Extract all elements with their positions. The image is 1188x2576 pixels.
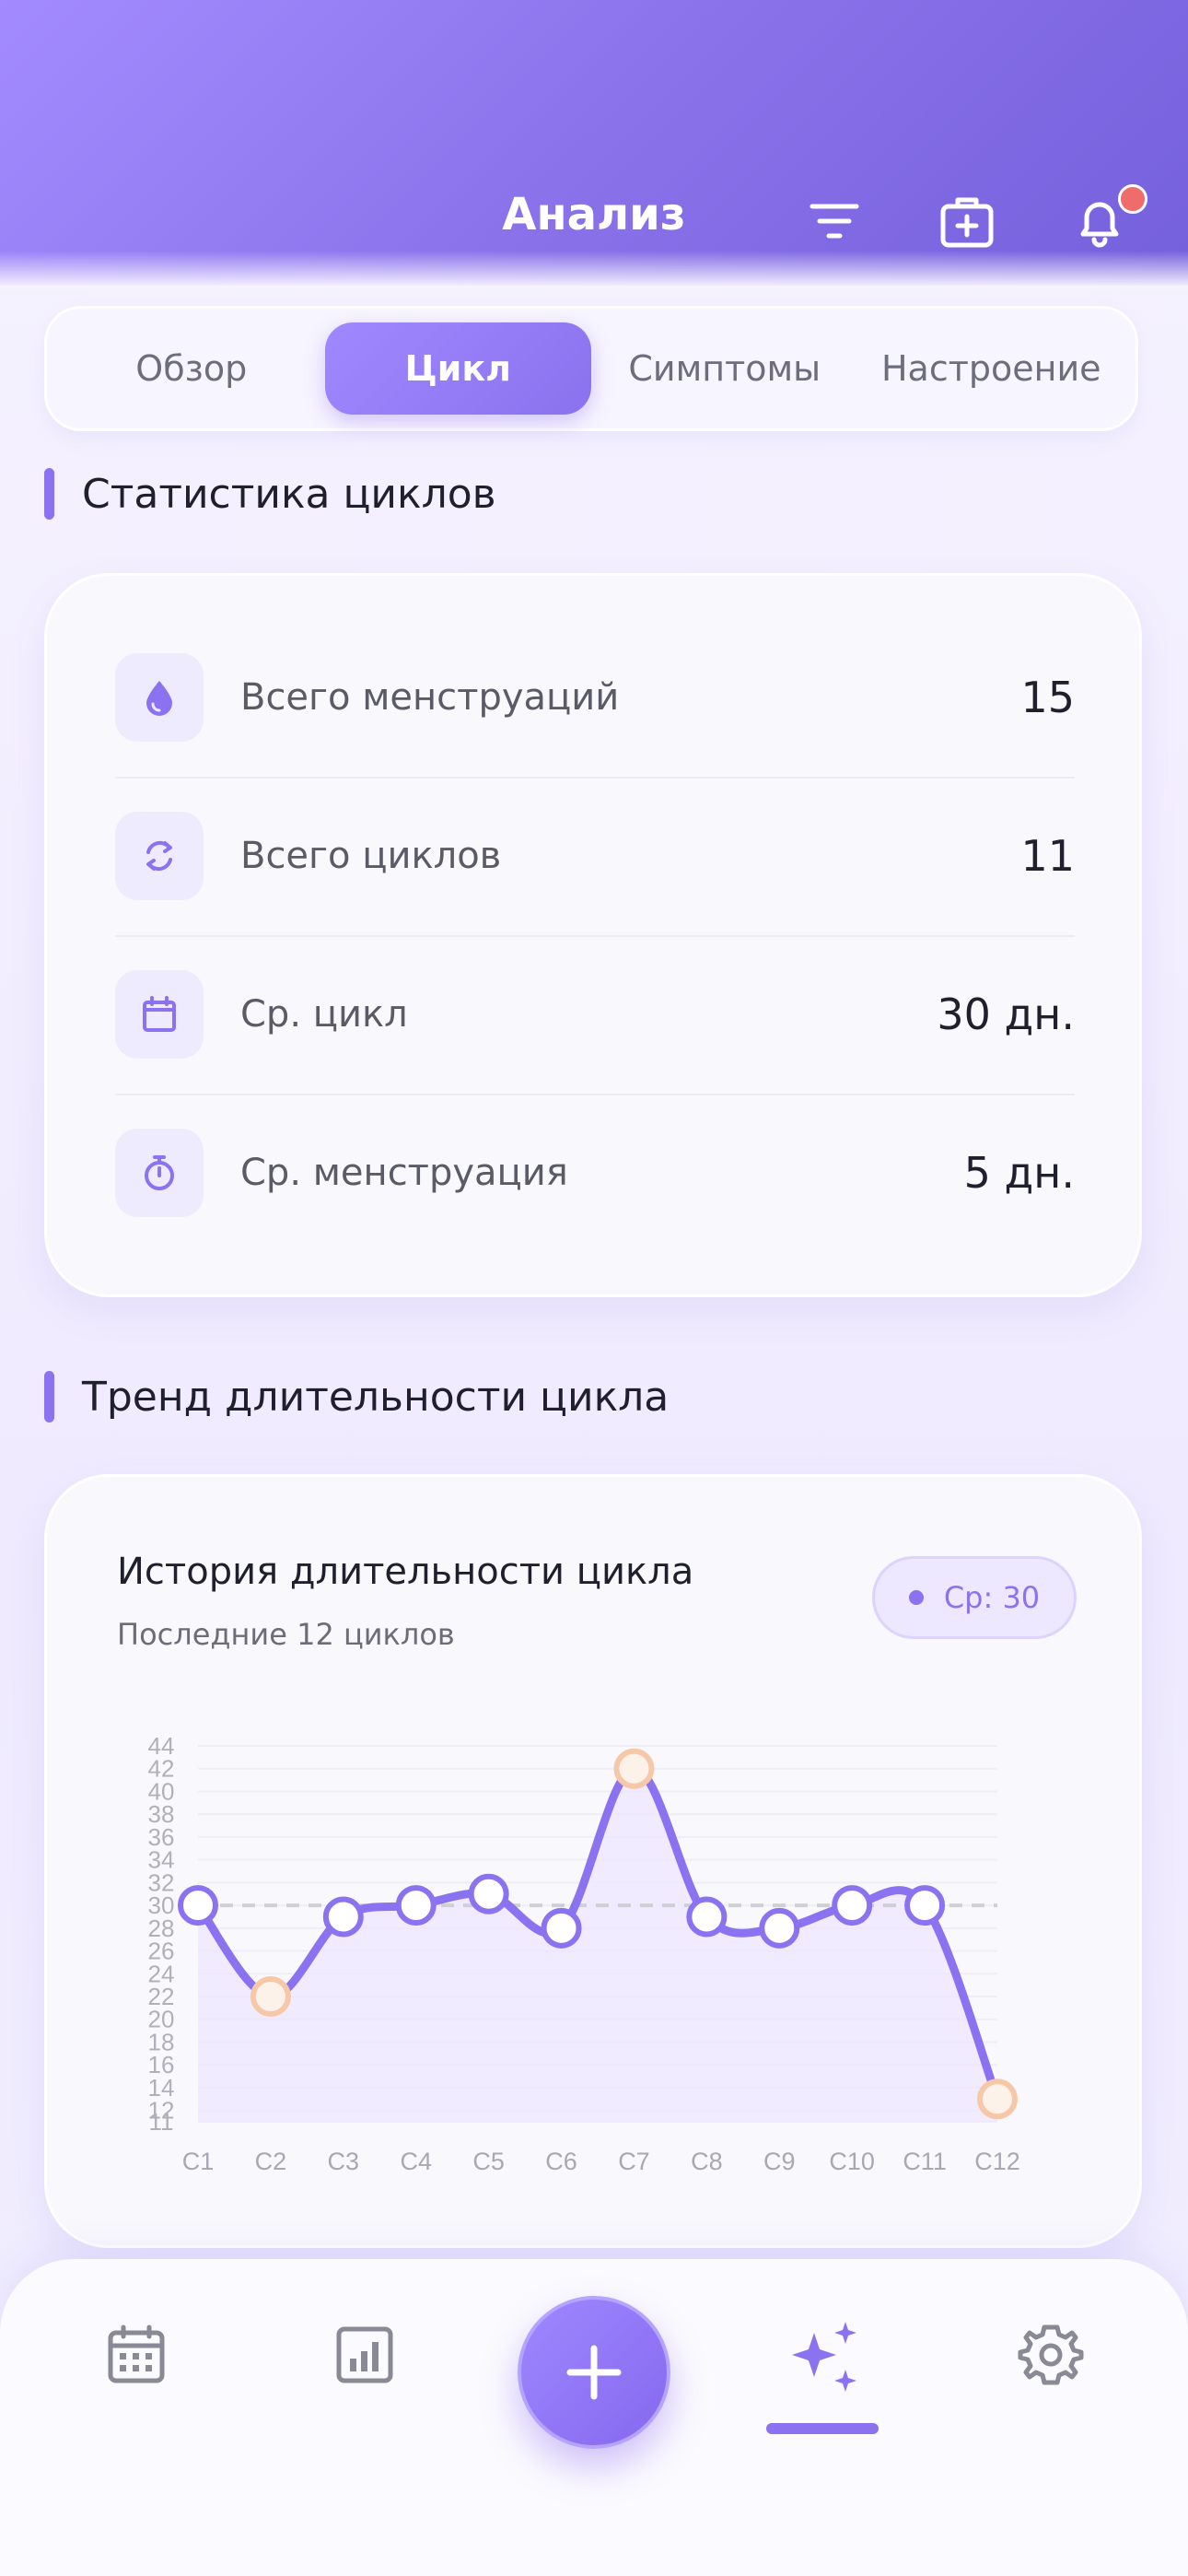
drop-icon <box>115 653 204 742</box>
cycle-icon <box>115 812 204 900</box>
section-accent-bar <box>44 1371 54 1423</box>
calendar-icon[interactable] <box>101 2320 171 2390</box>
stats-section-title-text: Статистика циклов <box>82 470 496 518</box>
data-point <box>759 1907 800 1949</box>
data-point <box>322 1896 364 1938</box>
data-point <box>395 1885 437 1926</box>
x-tick-label: C4 <box>400 2148 432 2175</box>
bottom-navigation <box>0 2259 1188 2576</box>
active-tab-indicator <box>766 2423 879 2434</box>
outlier-data-point <box>250 1976 291 2017</box>
stat-row-avg-period: Ср. менструация 5 дн. <box>115 1094 1075 1252</box>
y-tick-label: 44 <box>148 1732 175 1760</box>
x-tick-label: C9 <box>763 2148 796 2175</box>
section-accent-bar <box>44 468 54 520</box>
add-icon <box>566 2345 622 2400</box>
tab-symptoms[interactable]: Симптомы <box>591 322 858 415</box>
x-tick-label: C6 <box>545 2148 577 2175</box>
timer-icon <box>115 1129 204 1217</box>
trend-chart-card: История длительности цикла Последние 12 … <box>44 1474 1142 2248</box>
header: Анализ <box>0 0 1188 287</box>
stats-section-title: Статистика циклов <box>44 468 496 520</box>
data-point <box>541 1907 582 1949</box>
tab-cycle[interactable]: Цикл <box>324 322 591 415</box>
stat-label: Ср. менструация <box>240 1152 568 1194</box>
outlier-data-point <box>977 2078 1018 2120</box>
stat-label: Всего менструаций <box>240 676 620 719</box>
stat-row-total-cycles: Всего циклов 11 <box>115 777 1075 937</box>
stat-value: 5 дн. <box>963 1148 1075 1198</box>
stat-row-avg-cycle: Ср. цикл 30 дн. <box>115 935 1075 1095</box>
outlier-data-point <box>613 1748 655 1789</box>
segmented-tabs: Обзор Цикл Симптомы Настроение <box>44 306 1138 431</box>
data-point <box>832 1885 873 1926</box>
x-tick-label: C3 <box>328 2148 360 2175</box>
notification-badge <box>1118 184 1147 214</box>
stat-value: 30 дн. <box>937 989 1075 1039</box>
data-point <box>178 1885 218 1926</box>
stat-row-total-periods: Всего менструаций 15 <box>115 618 1075 779</box>
data-point <box>686 1896 728 1938</box>
x-tick-label: C10 <box>829 2148 875 2175</box>
stat-value: 11 <box>1020 831 1075 881</box>
stats-card: Всего менструаций 15 Всего циклов 11 Ср.… <box>44 573 1142 1297</box>
stats-icon[interactable] <box>330 2320 400 2390</box>
medical-kit-icon[interactable] <box>938 192 996 251</box>
sparkles-icon[interactable] <box>786 2318 864 2395</box>
cycle-length-line-chart: 111214161820222426283032343638404244C1 C2… <box>148 1732 1020 2175</box>
x-tick-label: C7 <box>618 2148 650 2175</box>
stat-label: Всего циклов <box>240 835 502 877</box>
stat-value: 15 <box>1020 673 1075 722</box>
stat-label: Ср. цикл <box>240 993 408 1036</box>
x-tick-label: C8 <box>691 2148 723 2175</box>
tab-overview[interactable]: Обзор <box>58 322 325 415</box>
data-point <box>468 1873 509 1914</box>
page-title: Анализ <box>502 189 686 240</box>
x-tick-label: C5 <box>472 2148 505 2175</box>
x-tick-label: C2 <box>255 2148 287 2175</box>
add-button[interactable] <box>518 2296 670 2449</box>
x-tick-label: C1 <box>182 2148 215 2175</box>
trend-section-title: Тренд длительности цикла <box>44 1371 669 1423</box>
x-tick-label: C12 <box>974 2148 1020 2175</box>
x-tick-label: C11 <box>903 2148 947 2175</box>
trend-section-title-text: Тренд длительности цикла <box>82 1373 670 1421</box>
calendar-icon <box>115 970 204 1059</box>
data-point <box>904 1885 946 1926</box>
filter-icon[interactable] <box>805 192 864 251</box>
tab-mood[interactable]: Настроение <box>858 322 1125 415</box>
settings-icon[interactable] <box>1017 2320 1087 2390</box>
